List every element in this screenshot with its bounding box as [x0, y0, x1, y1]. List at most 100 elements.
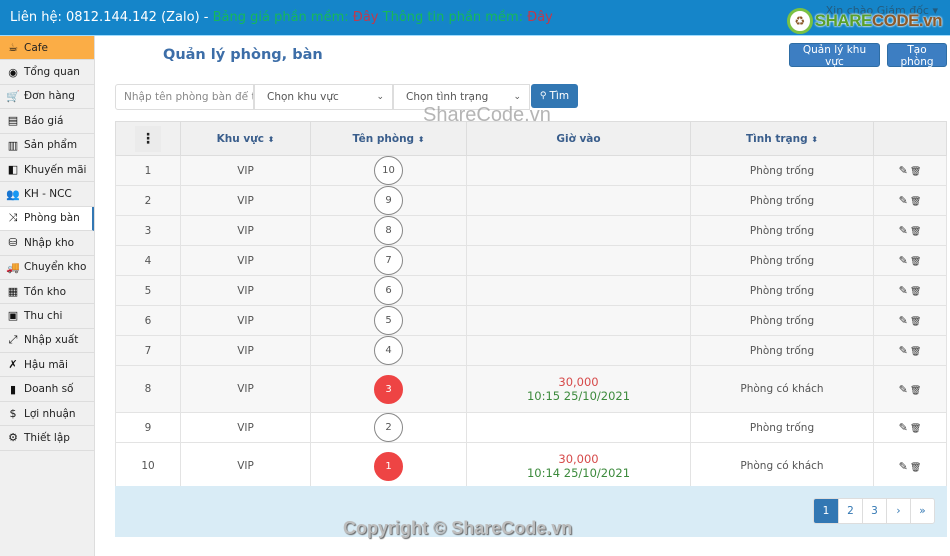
room-search-input[interactable]	[115, 84, 254, 110]
sidebar-icon: ▦	[7, 285, 19, 299]
sidebar-item[interactable]: ⛁ Nhập kho	[0, 231, 94, 256]
sidebar-item[interactable]: ▣ Thu chi	[0, 304, 94, 329]
sidebar-item[interactable]: ▥ Sản phẩm	[0, 133, 94, 158]
row-actions: ✎ 🗑	[873, 412, 947, 443]
sidebar-item[interactable]: ▮ Doanh số	[0, 377, 94, 402]
sidebar-item-label: Khuyến mãi	[24, 163, 87, 176]
row-actions: ✎ 🗑	[873, 442, 947, 490]
row-area: VIP	[180, 412, 311, 443]
sidebar-item[interactable]: ▤ Báo giá	[0, 109, 94, 134]
row-time-in	[466, 305, 691, 336]
sidebar-item[interactable]: $ Lợi nhuận	[0, 401, 94, 427]
row-status: Phòng trống	[690, 335, 874, 366]
info-label: Thông tin phần mềm:	[378, 10, 528, 25]
header-status[interactable]: Tình trạng ⬍	[690, 121, 874, 156]
trash-icon[interactable]: 🗑	[910, 287, 921, 297]
sidebar-item[interactable]: ◉ Tổng quan	[0, 60, 94, 85]
last-page-button[interactable]: »	[910, 499, 934, 523]
sidebar-icon: ⛁	[8, 236, 18, 250]
edit-icon[interactable]: ✎	[899, 460, 908, 473]
info-link[interactable]: Đây	[527, 10, 553, 25]
search-button-label: Tìm	[549, 90, 570, 102]
row-status: Phòng có khách	[690, 442, 874, 490]
sidebar-icon: ☕	[8, 41, 18, 55]
room-badge[interactable]: 4	[374, 336, 403, 365]
room-badge[interactable]: 2	[374, 413, 403, 442]
logo-icon: ♻	[786, 8, 813, 34]
room-badge[interactable]: 9	[374, 186, 403, 215]
trash-icon[interactable]: 🗑	[910, 197, 921, 207]
kebab-menu-icon[interactable]: ⋮	[135, 125, 161, 152]
next-page-button[interactable]: ›	[886, 499, 910, 523]
header-room-name[interactable]: Tên phòng ⬍	[310, 121, 467, 156]
area-select[interactable]: Chọn khu vực ⌄	[254, 84, 393, 110]
sidebar-icon: ✗	[8, 358, 18, 372]
room-badge[interactable]: 3	[374, 374, 403, 404]
sidebar-item[interactable]: 🛒 Đơn hàng	[0, 84, 94, 110]
header-time-in: Giờ vào	[466, 121, 691, 156]
row-room: 5	[310, 305, 467, 336]
trash-icon[interactable]: 🗑	[910, 463, 921, 473]
column-menu-header: ⋮	[115, 121, 181, 156]
row-index: 2	[115, 185, 181, 216]
room-badge[interactable]: 10	[374, 156, 403, 185]
edit-icon[interactable]: ✎	[899, 314, 908, 327]
sidebar-item[interactable]: ☕ Cafe	[0, 36, 94, 61]
edit-icon[interactable]: ✎	[899, 383, 908, 396]
price-link[interactable]: Đây	[353, 10, 379, 25]
room-badge[interactable]: 5	[374, 306, 403, 335]
row-index: 4	[115, 245, 181, 276]
room-price: 30,000	[558, 375, 599, 389]
room-badge[interactable]: 7	[374, 246, 403, 275]
sidebar-item[interactable]: ▦ Tồn kho	[0, 279, 94, 305]
search-button[interactable]: ⚲ Tìm	[531, 84, 578, 108]
page-button[interactable]: 1	[814, 499, 838, 523]
edit-icon[interactable]: ✎	[899, 421, 908, 434]
trash-icon[interactable]: 🗑	[910, 386, 921, 396]
trash-icon[interactable]: 🗑	[910, 317, 921, 327]
table-row: 5 VIP 6 Phòng trống ✎ 🗑	[115, 275, 947, 306]
row-index: 10	[115, 442, 181, 490]
row-actions: ✎ 🗑	[873, 155, 947, 186]
room-badge[interactable]: 8	[374, 216, 403, 245]
trash-icon[interactable]: 🗑	[910, 227, 921, 237]
table-row: 3 VIP 8 Phòng trống ✎ 🗑	[115, 215, 947, 246]
row-room: 6	[310, 275, 467, 306]
row-index: 7	[115, 335, 181, 366]
sidebar-item[interactable]: ⤢ Nhập xuất	[0, 328, 94, 354]
row-index: 8	[115, 365, 181, 413]
page-button[interactable]: 3	[862, 499, 886, 523]
table-row: 9 VIP 2 Phòng trống ✎ 🗑	[115, 412, 947, 443]
header-area[interactable]: Khu vực ⬍	[180, 121, 311, 156]
row-area: VIP	[180, 442, 311, 490]
edit-icon[interactable]: ✎	[899, 284, 908, 297]
row-room: 9	[310, 185, 467, 216]
edit-icon[interactable]: ✎	[899, 194, 908, 207]
status-select[interactable]: Chọn tình trạng ⌄	[393, 84, 530, 110]
edit-icon[interactable]: ✎	[899, 164, 908, 177]
trash-icon[interactable]: 🗑	[910, 257, 921, 267]
sidebar-item[interactable]: 🚚 Chuyển kho	[0, 255, 94, 280]
sidebar-item[interactable]: ⚙ Thiết lập	[0, 426, 94, 451]
sidebar-icon: ▤	[7, 114, 19, 128]
sidebar-icon: ◉	[8, 65, 18, 79]
edit-icon[interactable]: ✎	[899, 344, 908, 357]
trash-icon[interactable]: 🗑	[910, 167, 921, 177]
sidebar-item[interactable]: ⤨ Phòng bàn	[0, 206, 94, 232]
sidebar-item[interactable]: ◧ Khuyến mãi	[0, 157, 94, 183]
sidebar-item[interactable]: 👥 KH - NCC	[0, 182, 94, 207]
room-badge[interactable]: 1	[374, 451, 403, 481]
room-badge[interactable]: 6	[374, 276, 403, 305]
trash-icon[interactable]: 🗑	[910, 424, 921, 434]
sidebar-item-label: Nhập kho	[24, 236, 75, 249]
edit-icon[interactable]: ✎	[899, 254, 908, 267]
page-button[interactable]: 2	[838, 499, 862, 523]
edit-icon[interactable]: ✎	[899, 224, 908, 237]
manage-area-button[interactable]: Quản lý khu vực	[789, 43, 880, 68]
table-row: 7 VIP 4 Phòng trống ✎ 🗑	[115, 335, 947, 366]
create-room-button[interactable]: Tạo phòng	[887, 43, 947, 68]
row-area: VIP	[180, 305, 311, 336]
trash-icon[interactable]: 🗑	[910, 347, 921, 357]
sidebar-item[interactable]: ✗ Hậu mãi	[0, 353, 94, 378]
sidebar-item-label: Doanh số	[24, 383, 74, 396]
